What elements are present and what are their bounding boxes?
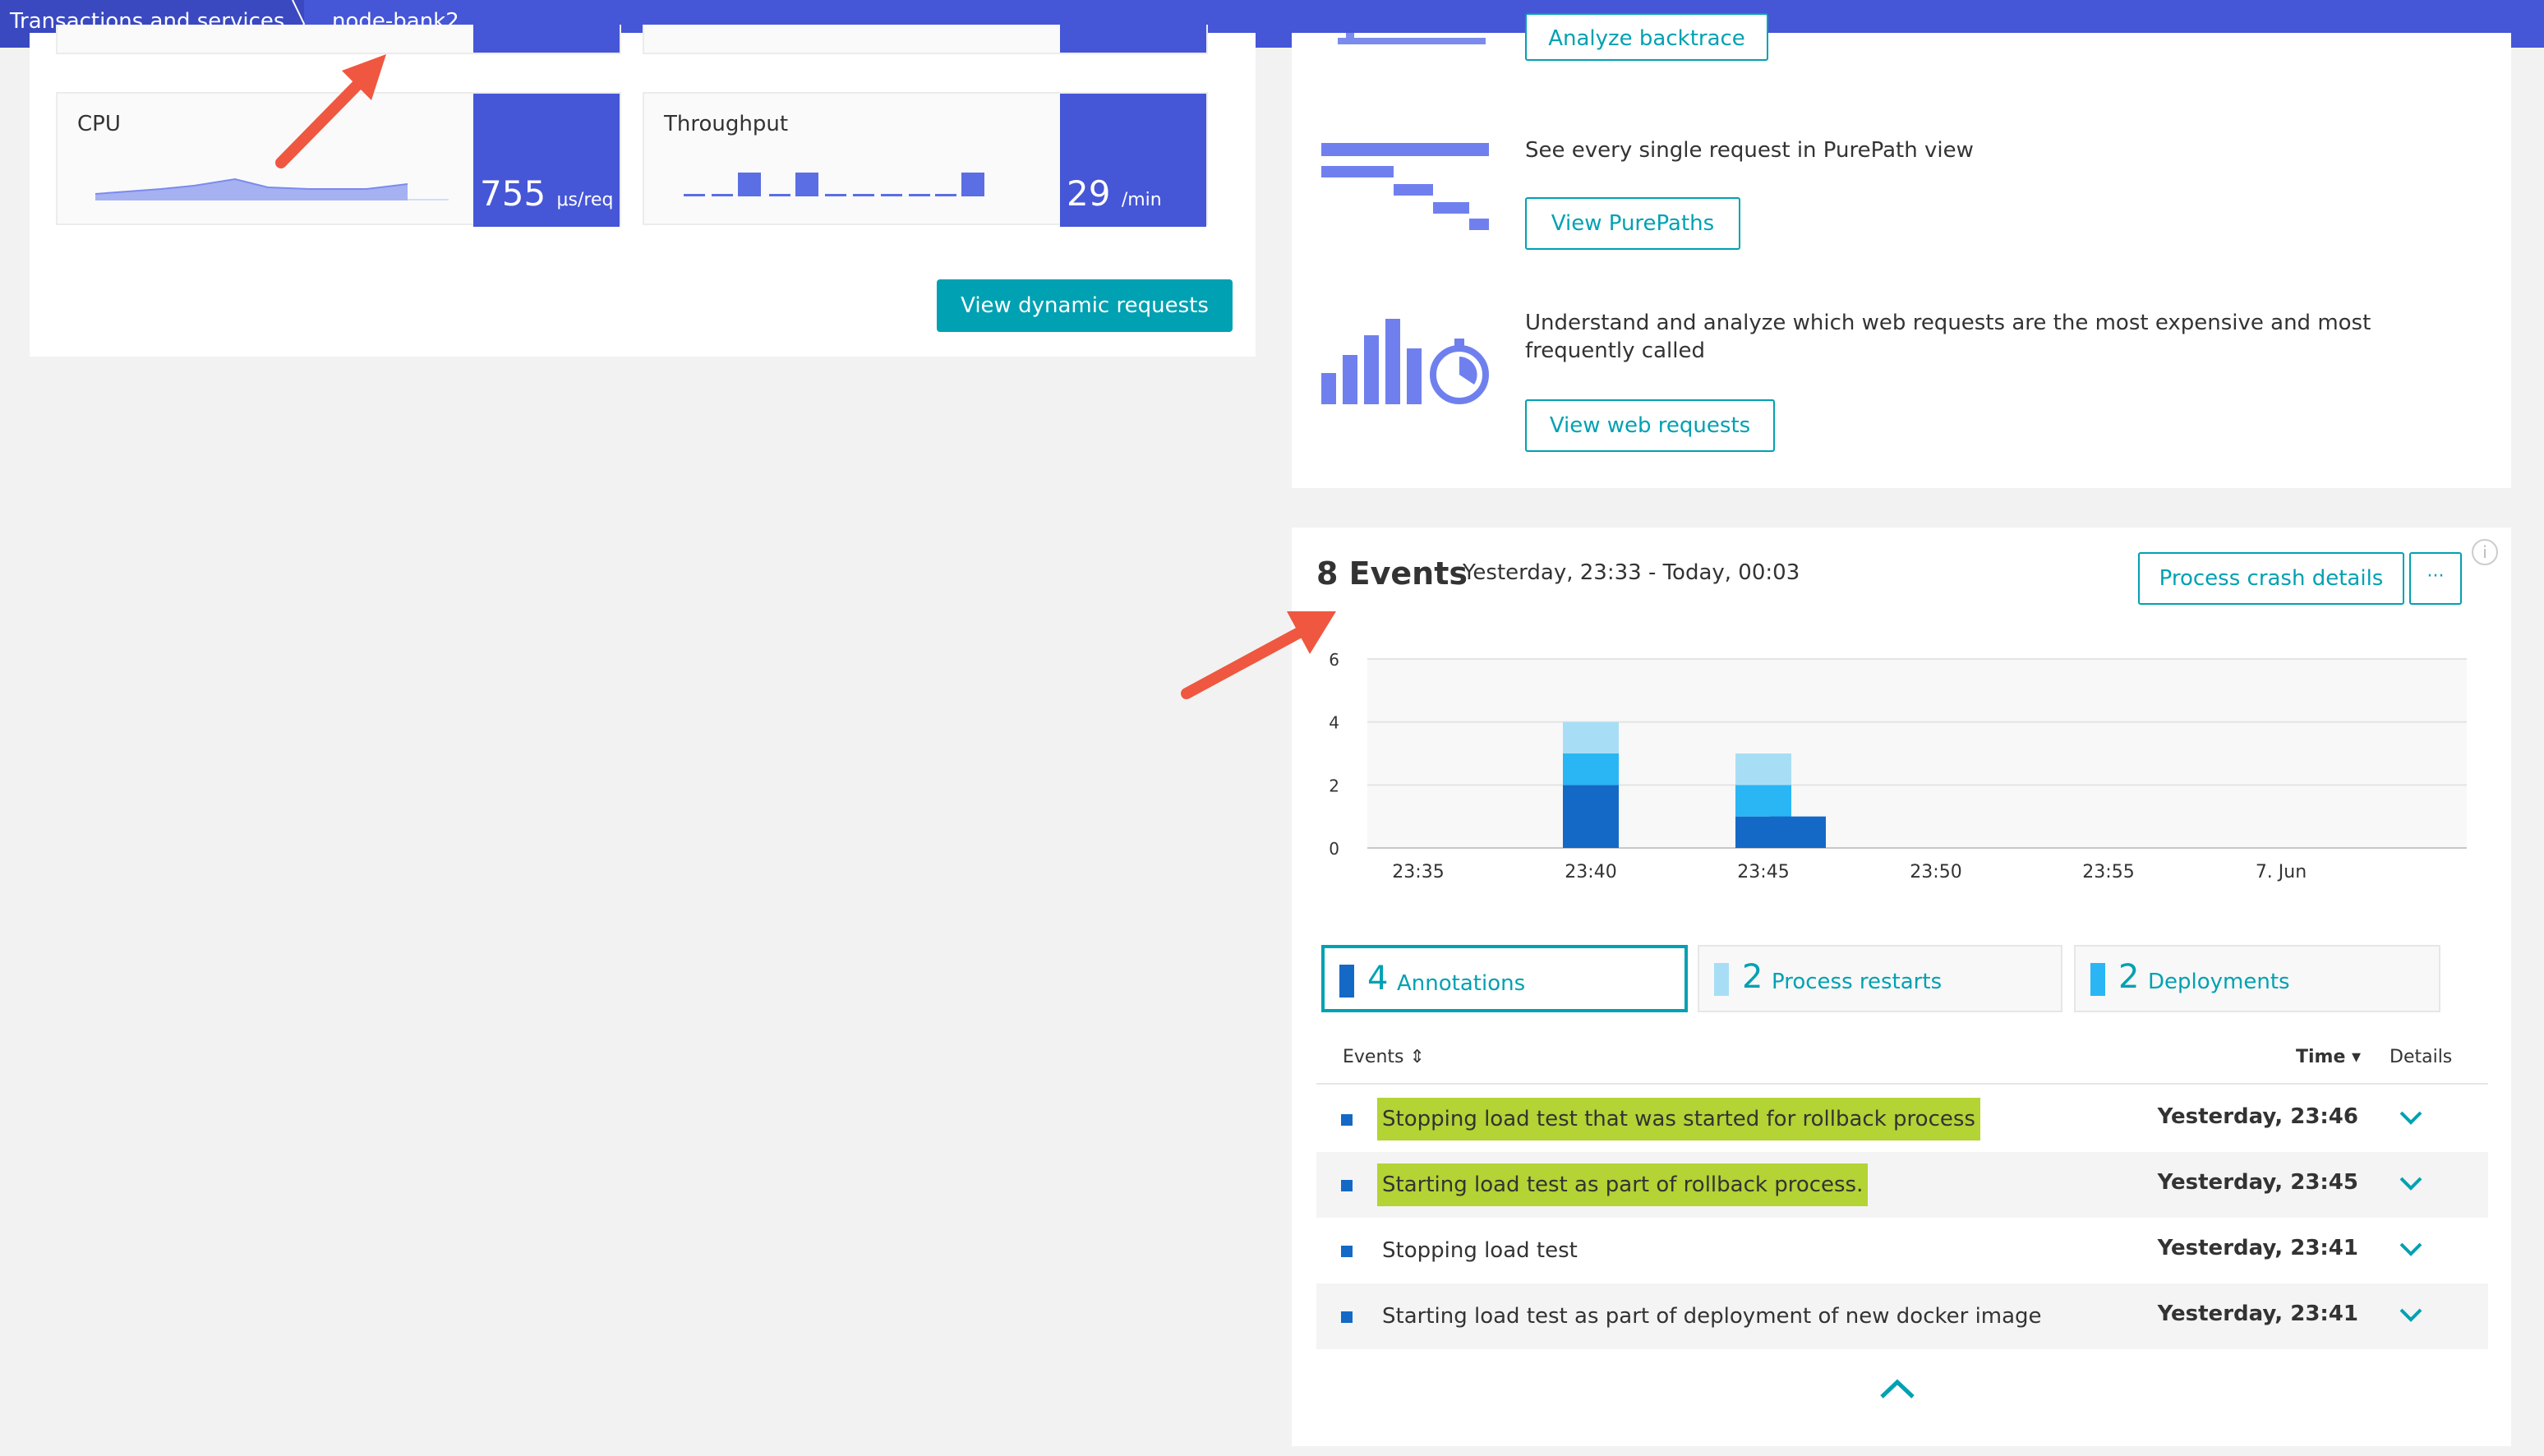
service-metrics-panel: CPU 755 μs/req Throughput 29 /min View d… xyxy=(30,25,1256,357)
event-time: Yesterday, 23:45 xyxy=(2157,1170,2358,1195)
throughput-value-box: 29 /min xyxy=(1060,94,1206,227)
view-purepaths-button[interactable]: View PurePaths xyxy=(1525,197,1740,250)
web-requests-icon xyxy=(1321,319,1489,404)
process-restarts-count: 2 xyxy=(1742,958,1763,996)
throughput-unit: /min xyxy=(1121,190,1162,210)
annotation-arrow-events xyxy=(1181,611,1336,699)
y-tick-label: 2 xyxy=(1329,776,1339,795)
x-tick-label: 23:55 xyxy=(2082,862,2134,882)
annotations-swatch xyxy=(1339,965,1354,998)
process-restarts-swatch xyxy=(1714,963,1729,996)
event-time: Yesterday, 23:46 xyxy=(2157,1104,2358,1129)
event-bar-segment xyxy=(1563,721,1619,753)
events-chart: 024623:35 23:40 23:45 23:50 23:55 7. Jun xyxy=(1329,651,2467,882)
collapse-chevron-up-icon[interactable] xyxy=(1877,1374,1918,1403)
events-column-header[interactable]: Events ⇕ xyxy=(1343,1047,1425,1067)
chevron-down-icon[interactable] xyxy=(2394,1298,2427,1331)
process-crash-details-button[interactable]: Process crash details xyxy=(2138,552,2404,605)
y-tick-label: 4 xyxy=(1329,713,1339,733)
event-bar-segment xyxy=(1735,753,1791,786)
analyze-backtrace-button[interactable]: Analyze backtrace xyxy=(1525,13,1768,61)
analysis-panel: Analyze backtrace See every single reque… xyxy=(1292,13,2511,488)
cpu-value: 755 xyxy=(480,173,546,214)
cpu-value-box: 755 μs/req xyxy=(473,94,620,227)
event-text: Starting load test as part of deployment… xyxy=(1382,1304,2042,1329)
event-row[interactable]: Stopping load test Yesterday, 23:41 xyxy=(1316,1218,2488,1283)
event-row[interactable]: Stopping load test that was started for … xyxy=(1316,1086,2488,1152)
chart-plot-background xyxy=(1367,659,2467,848)
legend-deployments[interactable]: 2 Deployments xyxy=(2074,945,2440,1012)
x-tick-label: 23:35 xyxy=(1392,862,1444,882)
view-web-requests-button[interactable]: View web requests xyxy=(1525,399,1775,452)
x-tick-label: 23:45 xyxy=(1737,862,1789,882)
chevron-down-icon[interactable] xyxy=(2394,1101,2427,1134)
throughput-label: Throughput xyxy=(664,112,789,136)
legend-process-restarts[interactable]: 2 Process restarts xyxy=(1698,945,2062,1012)
annotation-bullet-icon xyxy=(1341,1180,1353,1191)
events-title: 8 Events xyxy=(1316,555,1468,592)
legend-annotations[interactable]: 4 Annotations xyxy=(1321,945,1688,1012)
annotation-bullet-icon xyxy=(1341,1114,1353,1126)
throughput-sparkline xyxy=(684,173,984,196)
annotations-label: Annotations xyxy=(1397,971,1526,996)
event-text: Stopping load test that was started for … xyxy=(1377,1098,1980,1140)
web-requests-description: Understand and analyze which web request… xyxy=(1525,311,2371,363)
info-icon[interactable]: i xyxy=(2472,539,2498,565)
chevron-down-icon[interactable] xyxy=(2394,1167,2427,1200)
purepath-icon xyxy=(1321,143,1489,230)
purepath-description: See every single request in PurePath vie… xyxy=(1525,138,1974,163)
event-text: Stopping load test xyxy=(1382,1238,1578,1263)
details-column-header: Details xyxy=(2390,1047,2453,1067)
event-bar-segment xyxy=(1563,785,1619,848)
process-restarts-label: Process restarts xyxy=(1772,970,1943,994)
throughput-metric-tile[interactable]: Throughput 29 /min xyxy=(643,92,1208,227)
cpu-unit: μs/req xyxy=(556,190,614,210)
event-row[interactable]: Starting load test as part of deployment… xyxy=(1316,1283,2488,1349)
time-column-header[interactable]: Time ▾ xyxy=(2296,1047,2361,1067)
annotation-bullet-icon xyxy=(1341,1311,1353,1323)
table-header-divider xyxy=(1316,1083,2488,1085)
throughput-value: 29 xyxy=(1067,173,1111,214)
deployments-label: Deployments xyxy=(2148,970,2290,994)
events-panel: 8 Events Yesterday, 23:33 - Today, 00:03… xyxy=(1292,528,2511,1446)
event-time: Yesterday, 23:41 xyxy=(2157,1236,2358,1260)
event-bar-segment xyxy=(1735,785,1791,817)
more-options-button[interactable]: ··· xyxy=(2409,552,2462,605)
event-text: Starting load test as part of rollback p… xyxy=(1377,1163,1869,1206)
y-tick-label: 0 xyxy=(1329,839,1339,859)
chevron-down-icon[interactable] xyxy=(2394,1233,2427,1265)
deployments-count: 2 xyxy=(2118,958,2140,996)
metric-tile-cropped-2 xyxy=(643,25,1208,54)
x-tick-label: 23:50 xyxy=(1910,862,1961,882)
x-tick-label: 23:40 xyxy=(1565,862,1616,882)
annotation-bullet-icon xyxy=(1341,1246,1353,1257)
x-tick-label: 7. Jun xyxy=(2256,862,2307,882)
cpu-label: CPU xyxy=(77,112,121,136)
event-row[interactable]: Starting load test as part of rollback p… xyxy=(1316,1152,2488,1218)
event-time: Yesterday, 23:41 xyxy=(2157,1302,2358,1326)
view-dynamic-requests-button[interactable]: View dynamic requests xyxy=(937,279,1233,332)
event-bar-segment xyxy=(1770,816,1826,848)
deployments-swatch xyxy=(2090,963,2105,996)
annotation-arrow-breadcrumb xyxy=(275,54,386,168)
annotations-count: 4 xyxy=(1367,960,1389,998)
event-bar-segment xyxy=(1563,753,1619,786)
events-timeframe: Yesterday, 23:33 - Today, 00:03 xyxy=(1463,560,1800,585)
backtrace-icon xyxy=(1338,33,1486,44)
